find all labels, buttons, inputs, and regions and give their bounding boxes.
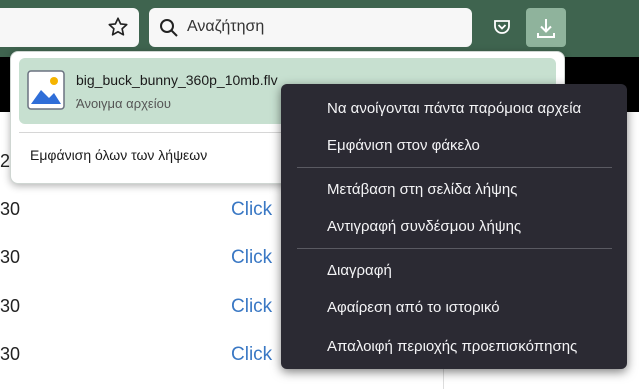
menu-item-always-open-similar[interactable]: Να ανοίγονται πάντα παρόμοια αρχεία xyxy=(327,100,581,117)
browser-toolbar: Αναζήτηση xyxy=(0,0,639,57)
search-icon xyxy=(160,19,178,37)
menu-item-show-in-folder[interactable]: Εμφάνιση στον φάκελο xyxy=(327,137,480,154)
table-cell: 30 xyxy=(0,199,21,219)
click-link[interactable]: Click xyxy=(231,344,272,366)
search-placeholder: Αναζήτηση xyxy=(187,18,265,35)
click-link[interactable]: Click xyxy=(231,296,272,318)
search-bar[interactable]: Αναζήτηση xyxy=(149,8,472,47)
context-menu: Να ανοίγονται πάντα παρόμοια αρχεία Εμφά… xyxy=(281,84,627,369)
table-cell: 30 xyxy=(0,344,21,364)
download-status: Άνοιγμα αρχείου xyxy=(76,96,171,111)
menu-item-copy-download-link[interactable]: Αντιγραφή συνδέσμου λήψης xyxy=(327,218,521,235)
star-icon[interactable] xyxy=(107,16,129,38)
menu-separator xyxy=(297,248,612,249)
menu-item-delete[interactable]: Διαγραφή xyxy=(327,262,392,279)
menu-item-remove-from-history[interactable]: Αφαίρεση από το ιστορικό xyxy=(327,299,500,316)
downloads-button[interactable] xyxy=(526,8,566,47)
download-filename: big_buck_bunny_360p_10mb.flv xyxy=(76,72,278,88)
image-file-icon xyxy=(27,70,65,110)
download-icon xyxy=(537,19,555,38)
pocket-button[interactable] xyxy=(482,8,522,47)
menu-item-clear-preview-panel[interactable]: Απαλοιφή περιοχής προεπισκόπησης xyxy=(327,338,577,355)
table-cell: 2 xyxy=(0,151,11,171)
show-all-downloads-button[interactable]: Εμφάνιση όλων των λήψεων xyxy=(30,147,207,163)
click-link[interactable]: Click xyxy=(231,247,272,269)
url-bar[interactable] xyxy=(0,8,139,47)
pocket-icon xyxy=(494,20,510,34)
menu-separator xyxy=(297,167,612,168)
menu-item-go-to-download-page[interactable]: Μετάβαση στη σελίδα λήψης xyxy=(327,181,517,198)
click-link[interactable]: Click xyxy=(231,199,272,221)
table-cell: 30 xyxy=(0,296,21,316)
table-cell: 30 xyxy=(0,247,21,267)
